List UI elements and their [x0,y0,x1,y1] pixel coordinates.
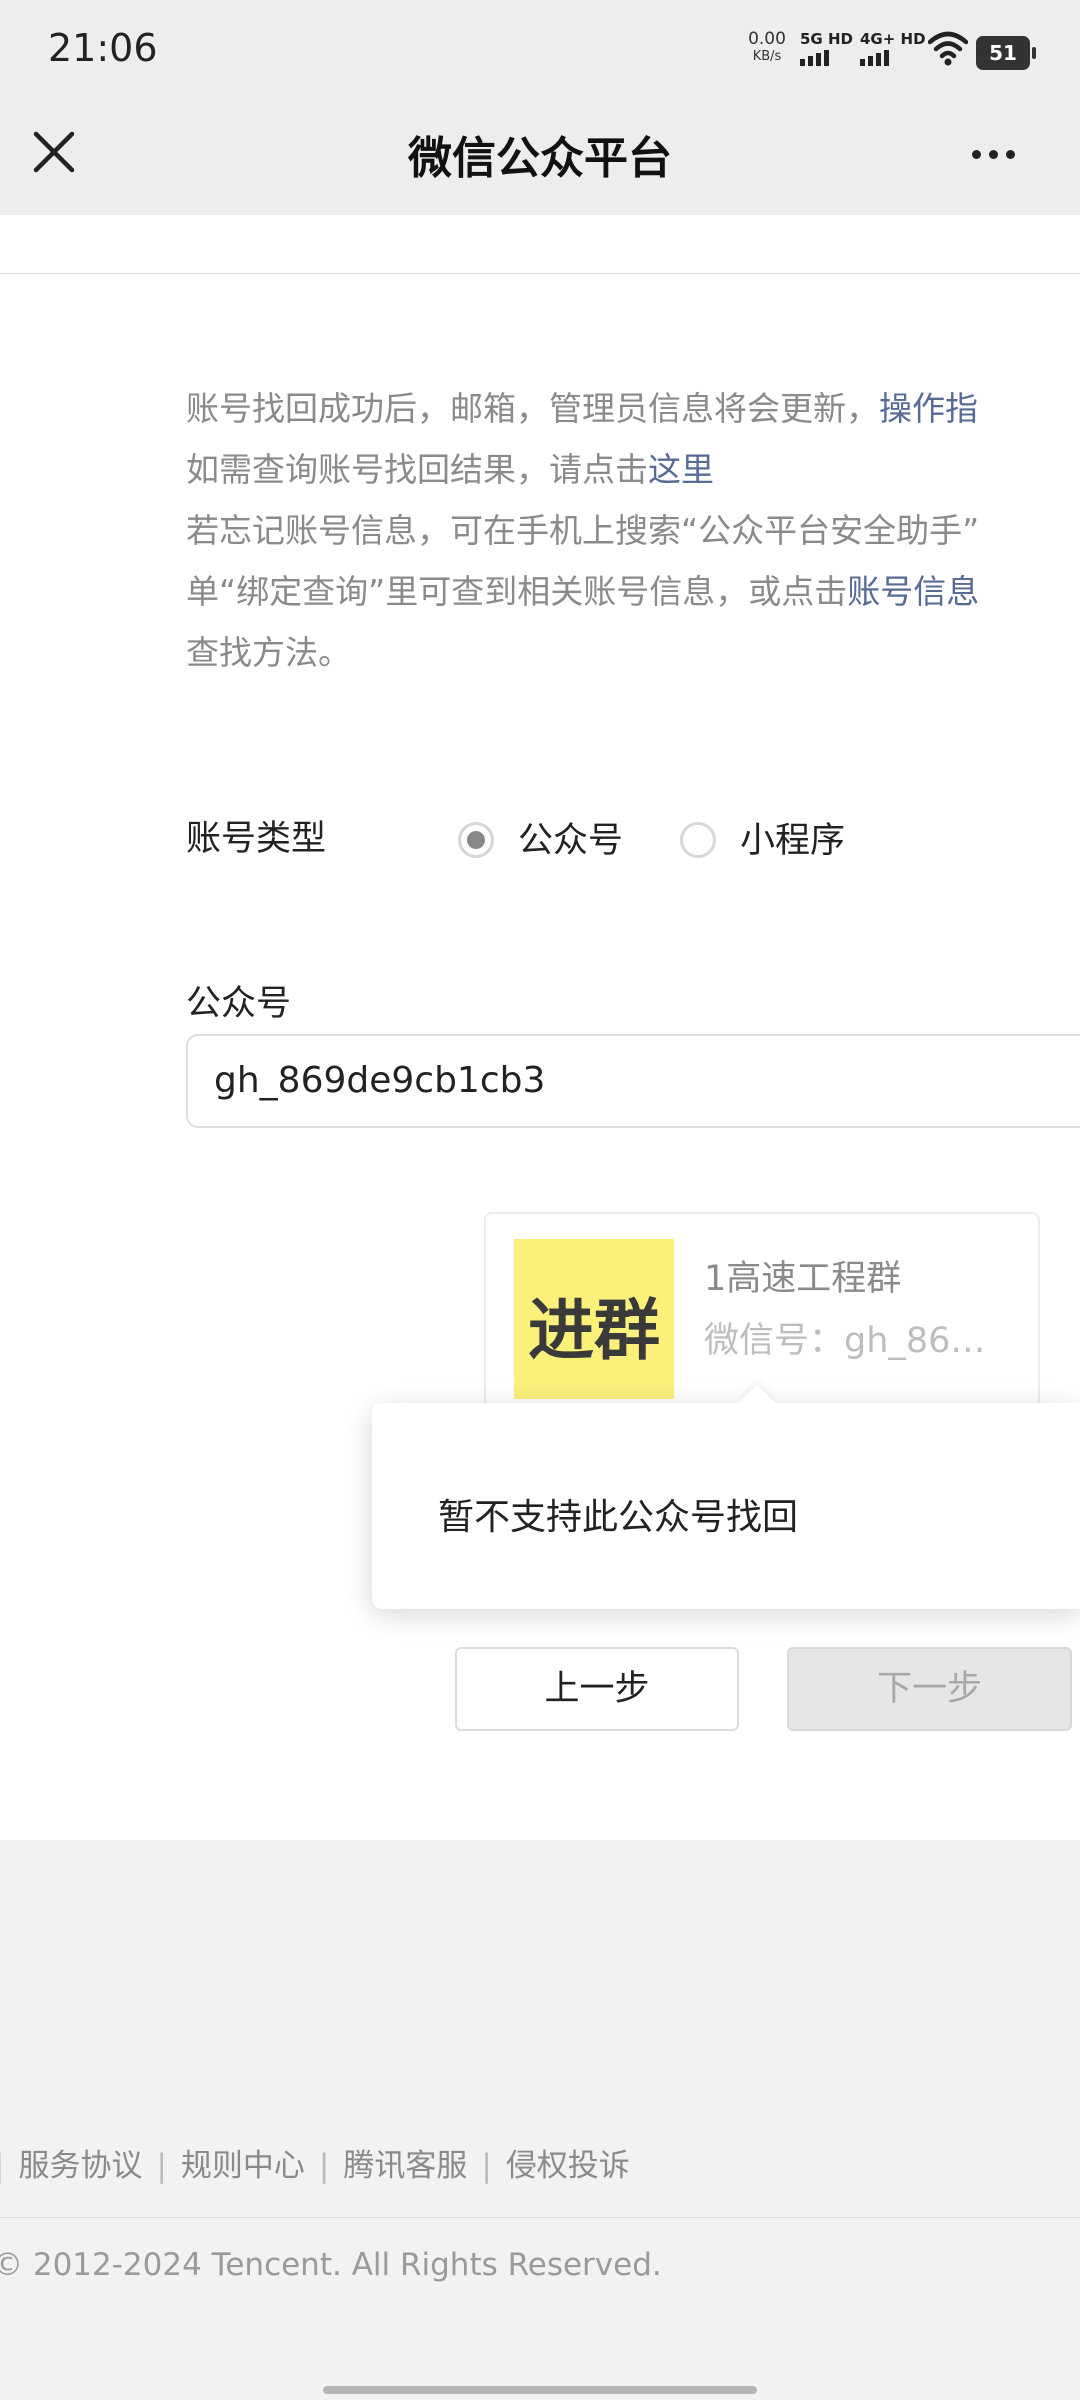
net-speed-value: 0.00 [748,29,786,49]
footer-divider [0,2217,1080,2218]
here-link[interactable]: 这里 [648,450,714,489]
account-field-label: 公众号 [186,984,292,1024]
signal-4g-icon: 4G+ HD [860,30,926,66]
info-line-3: 若忘记账号信息，可在手机上搜索“公众平台安全助手” [186,511,980,550]
wifi-icon [928,31,968,66]
footer-link-infringement-complaint[interactable]: 侵权投诉 [506,2148,630,2184]
footer-separator: | [318,2148,330,2184]
footer-links: | 服务协议 | 规则中心 | 腾讯客服 | 侵权投诉 [0,2140,630,2185]
net-speed-unit: KB/s [752,49,782,64]
account-wechat-id: 微信号：gh_86… [704,1321,986,1361]
info-line-5: 查找方法。 [186,633,351,672]
info-line-2-text: 如需查询账号找回结果，请点击 [186,450,648,489]
footer-separator: | [0,2148,4,2184]
info-line-1-text: 账号找回成功后，邮箱，管理员信息将会更新， [186,389,879,428]
title-bar: 微信公众平台 [0,100,1080,215]
error-popup: 暂不支持此公众号找回 [372,1384,1080,1609]
sim2-label: 4G+ HD [860,30,926,48]
account-avatar: 进群 [514,1239,674,1399]
info-line-1: 账号找回成功后，邮箱，管理员信息将会更新，操作指 [186,378,1080,439]
account-result-card[interactable]: 进群 1高速工程群 微信号：gh_86… [484,1212,1040,1412]
battery-icon: 51 [976,36,1036,70]
error-message: 暂不支持此公众号找回 [438,1497,799,1538]
home-indicator[interactable] [323,2386,757,2394]
radio-mini-program[interactable] [680,822,716,858]
account-info-link[interactable]: 账号信息 [847,572,979,611]
info-line-4: 单“绑定查询”里可查到相关账号信息，或点击账号信息 [186,561,1080,622]
footer-separator: | [481,2148,492,2184]
signal-5g-icon: 5G HD [800,30,853,66]
status-bar: 21:06 0.00 KB/s 5G HD 4G+ HD 51 [0,0,1080,100]
account-avatar-text: 进群 [528,1291,660,1369]
sim1-label: 5G HD [800,30,853,48]
info-text: 账号找回成功后，邮箱，管理员信息将会更新，操作指 如需查询账号找回结果，请点击这… [186,378,1080,683]
next-step-button[interactable]: 下一步 [787,1647,1072,1731]
footer-link-service-agreement[interactable]: 服务协议 [18,2148,142,2184]
radio-official-account-label[interactable]: 公众号 [518,812,623,863]
page-title: 微信公众平台 [408,133,672,184]
prev-step-button[interactable]: 上一步 [455,1647,739,1731]
radio-mini-program-label[interactable]: 小程序 [740,812,845,863]
account-id-input[interactable]: gh_869de9cb1cb3 [186,1034,1080,1128]
account-name: 1高速工程群 [704,1259,902,1299]
footer-link-rules-center[interactable]: 规则中心 [181,2148,305,2184]
more-options-icon[interactable] [972,136,1032,172]
top-divider [0,273,1080,274]
info-line-4-text: 单“绑定查询”里可查到相关账号信息，或点击 [186,572,848,611]
footer-link-customer-service[interactable]: 腾讯客服 [343,2148,467,2184]
operation-guide-link[interactable]: 操作指 [879,389,978,428]
radio-official-account[interactable] [458,822,494,858]
account-type-label: 账号类型 [186,819,327,859]
info-line-2: 如需查询账号找回结果，请点击这里 [186,439,1080,500]
footer-separator: | [156,2148,167,2184]
net-speed-indicator: 0.00 KB/s [746,30,788,66]
status-time: 21:06 [48,26,158,70]
copyright-text: © 2012-2024 Tencent. All Rights Reserved… [0,2247,662,2283]
